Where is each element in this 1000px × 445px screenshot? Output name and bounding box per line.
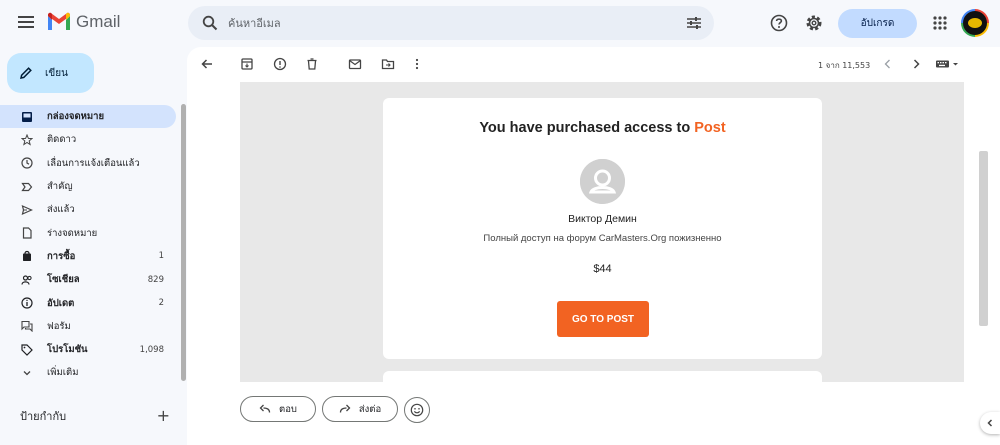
sidebar-item-snoozed[interactable]: เลื่อนการแจ้งเตือนแล้ว [0,152,176,175]
apps-grid-icon[interactable] [930,13,950,33]
message-scrollbar[interactable] [979,151,988,326]
upgrade-button[interactable]: อัปเกรด [838,9,917,38]
message-toolbar: 1 จาก 11,553 [187,47,1000,81]
info-icon [20,297,33,309]
sidebar-item-important[interactable]: สำคัญ [0,175,176,198]
reply-button[interactable]: ตอบ [240,396,316,422]
sidebar-item-inbox[interactable]: กล่องจดหมาย [0,105,176,129]
sidebar-item-promotions[interactable]: โปรโมชัน 1,098 [0,338,176,361]
more-options-icon[interactable] [410,57,424,71]
sidebar-item-drafts[interactable]: ร่างจดหมาย [0,221,176,244]
secondary-card [383,371,822,382]
sidebar-nav: กล่องจดหมาย ติดดาว เลื่อนการแจ้งเตือนแล้… [0,105,180,385]
user-placeholder-icon [580,159,625,204]
reply-arrow-icon [259,404,271,413]
product-price: $44 [593,263,612,275]
older-chevron-right-icon[interactable] [909,57,923,71]
people-icon [20,275,32,285]
reply-actions: ตอบ ส่งต่อ [187,382,1000,445]
input-tools-keyboard-icon[interactable] [935,57,961,71]
emoji-reaction-button[interactable] [404,397,430,423]
sidebar-item-forums[interactable]: ฟอรัม [0,315,176,338]
labels-heading: ป้ายกำกับ [20,409,67,423]
reply-label: ตอบ [279,403,297,415]
delete-trash-icon[interactable] [305,57,319,71]
account-avatar[interactable] [961,9,989,37]
shopping-bag-icon [22,251,31,262]
author-avatar [580,159,625,204]
smiley-icon [410,403,424,417]
mark-unread-icon[interactable] [348,57,362,71]
compose-button[interactable]: เขียน [7,53,94,93]
compose-label: เขียน [45,67,68,79]
forward-arrow-icon [339,404,351,413]
back-arrow-icon[interactable] [200,57,214,71]
newer-chevron-left-icon[interactable] [881,57,895,71]
forward-label: ส่งต่อ [358,403,382,415]
sidebar-item-purchases[interactable]: การซื้อ 1 [0,245,176,268]
product-description: Полный доступ на форум CarMasters.Org по… [483,233,722,244]
label-important-icon [20,182,32,191]
author-name: Виктор Демин [568,213,637,225]
search-bar [188,6,714,40]
post-link-text[interactable]: Post [694,120,725,136]
tag-icon [20,344,33,356]
labels-section-header: ป้ายกำกับ + [20,406,170,425]
pagination-count: 1 จาก 11,553 [818,61,871,70]
help-icon[interactable] [769,13,789,33]
pencil-icon [20,67,32,79]
draft-icon [22,227,32,239]
chevron-down-icon [23,370,30,376]
add-label-icon[interactable]: + [157,406,170,425]
search-icon[interactable] [202,15,218,31]
forum-icon [20,321,33,333]
gmail-logo[interactable]: Gmail [46,12,120,32]
forward-button[interactable]: ส่งต่อ [322,396,398,422]
settings-gear-icon[interactable] [804,13,824,33]
gmail-wordmark: Gmail [76,12,121,31]
email-body: You have purchased access to Post Виктор… [240,82,964,382]
chevron-left-icon [987,419,993,427]
email-heading: You have purchased access to Post [479,120,726,136]
top-bar: Gmail อัปเกรด [0,0,1000,48]
clock-icon [20,157,33,169]
move-to-folder-icon[interactable] [381,57,395,71]
search-options-icon[interactable] [686,15,702,31]
report-spam-icon[interactable] [273,57,287,71]
archive-icon[interactable] [240,57,254,71]
search-input[interactable] [228,16,648,30]
sidebar-item-social[interactable]: โซเชียล 829 [0,268,176,291]
sidebar-item-sent[interactable]: ส่งแล้ว [0,198,176,221]
sidebar-item-starred[interactable]: ติดดาว [0,128,176,151]
side-panel-toggle[interactable] [980,412,1000,434]
main-menu-icon[interactable] [16,13,36,33]
send-icon [21,204,33,215]
sidebar-scrollbar[interactable] [181,104,186,381]
star-icon [20,133,33,146]
gmail-m-icon [48,12,70,30]
inbox-icon [21,111,32,122]
purchase-card: You have purchased access to Post Виктор… [383,98,822,359]
go-to-post-button[interactable]: GO TO POST [557,301,649,337]
sidebar-item-more[interactable]: เพิ่มเติม [0,361,176,384]
sidebar-item-updates[interactable]: อัปเดต 2 [0,291,176,314]
message-view: 1 จาก 11,553 You have purchased access t… [187,47,1000,445]
